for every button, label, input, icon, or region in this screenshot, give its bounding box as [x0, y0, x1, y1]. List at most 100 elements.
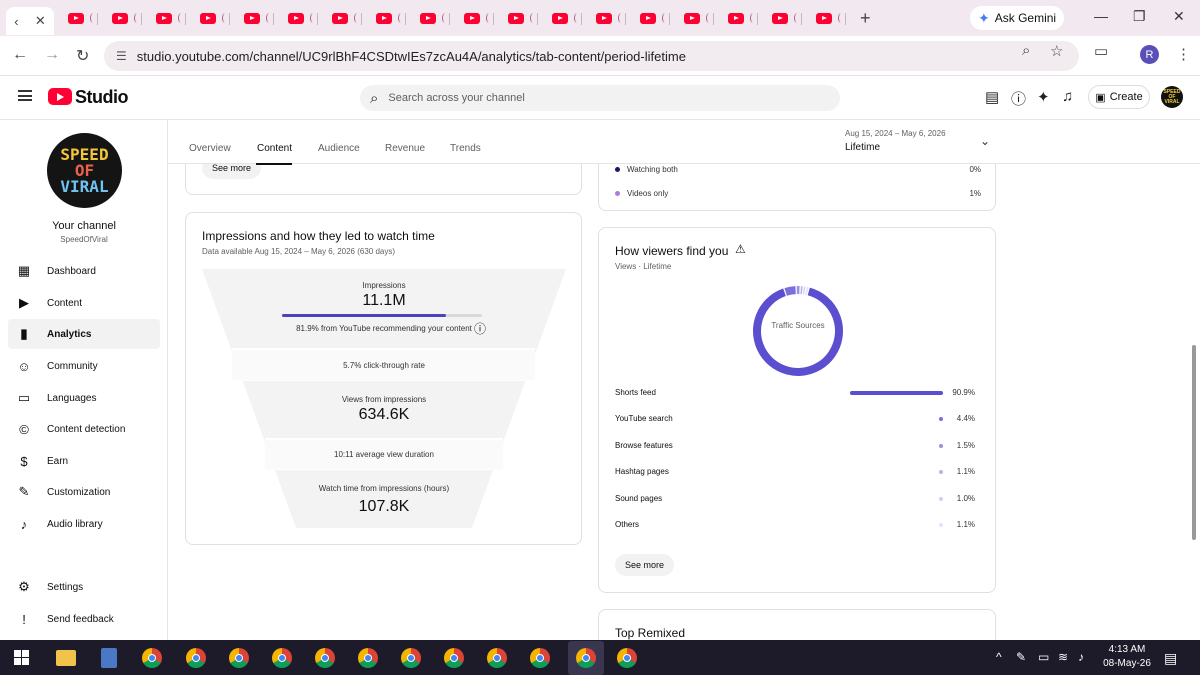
browser-tab[interactable]	[450, 4, 494, 32]
forward-icon[interactable]: →	[44, 46, 60, 64]
channel-search-input[interactable]: ⌕ Search across your channel	[360, 85, 840, 111]
bookmark-star-icon[interactable]: ☆	[1050, 42, 1063, 60]
chrome-app-icon[interactable]	[315, 648, 335, 668]
tray-chevron-icon[interactable]: ^	[996, 650, 1002, 664]
see-more-button[interactable]: See more	[615, 554, 675, 576]
page-scrollbar[interactable]	[1192, 345, 1196, 540]
new-tab-button[interactable]: +	[860, 8, 871, 29]
tab-revenue[interactable]: Revenue	[385, 143, 425, 154]
browser-tab[interactable]	[758, 4, 802, 32]
analytics-main: Overview Content Audience Revenue Trends…	[168, 120, 1200, 640]
back-icon[interactable]: ←	[12, 46, 28, 64]
battery-icon[interactable]: ▭	[1038, 650, 1049, 664]
chrome-app-icon[interactable]	[401, 648, 421, 668]
tab-close-icon[interactable]: ✕	[35, 13, 46, 29]
browser-tab[interactable]	[142, 4, 186, 32]
sparkle-icon[interactable]: ✦	[1037, 88, 1050, 106]
account-avatar[interactable]: SPEED OF VIRAL	[1161, 86, 1183, 108]
warning-icon[interactable]: ⚠	[735, 242, 746, 256]
taskbar-clock[interactable]: 4:13 AM 08-May-26	[1100, 643, 1154, 671]
hamburger-menu-icon[interactable]	[18, 90, 32, 101]
chrome-app-icon[interactable]	[576, 648, 596, 668]
window-close-icon[interactable]: ✕	[1173, 8, 1185, 25]
chrome-app-icon[interactable]	[530, 648, 550, 668]
legend-dot	[615, 167, 620, 172]
chrome-app-icon[interactable]	[358, 648, 378, 668]
browser-tab[interactable]	[98, 4, 142, 32]
sidebar-item-content-detection[interactable]: © Content detection	[8, 414, 160, 444]
reload-icon[interactable]: ↻	[76, 46, 89, 66]
messages-icon[interactable]: ▤	[985, 88, 999, 106]
wifi-icon[interactable]: ≋	[1058, 650, 1068, 664]
browser-tab[interactable]	[230, 4, 274, 32]
tab-overview[interactable]: Overview	[189, 143, 231, 154]
sidebar-item-audio-library[interactable]: ♪ Audio library	[8, 509, 160, 539]
windows-start-icon[interactable]	[14, 650, 29, 665]
browser-tab[interactable]	[362, 4, 406, 32]
volume-icon[interactable]: ♪	[1078, 650, 1084, 664]
traffic-source-value: 1.1%	[956, 467, 975, 477]
ask-gemini-button[interactable]: ✦ Ask Gemini	[970, 6, 1064, 30]
browser-tab[interactable]	[714, 4, 758, 32]
site-info-icon[interactable]: ☰	[116, 49, 127, 63]
calculator-icon[interactable]	[101, 648, 117, 668]
period-range[interactable]: Aug 15, 2024 – May 6, 2026	[845, 129, 946, 138]
traffic-source-row: YouTube search 4.4%	[615, 414, 975, 423]
tab-content[interactable]: Content	[257, 143, 292, 154]
chrome-app-icon[interactable]	[229, 648, 249, 668]
sidebar-item-content[interactable]: ▶ Content	[8, 288, 160, 318]
studio-logo-text[interactable]: Studio	[75, 87, 129, 108]
browser-tab[interactable]	[186, 4, 230, 32]
browser-tab[interactable]	[538, 4, 582, 32]
tab-loading-icon	[486, 13, 492, 23]
sidebar-item-dashboard[interactable]: ▦ Dashboard	[8, 256, 160, 286]
reading-mode-icon[interactable]: ▭	[1094, 42, 1108, 60]
browser-tab[interactable]	[274, 4, 318, 32]
browser-tab[interactable]	[802, 4, 846, 32]
youtube-favicon-icon	[816, 12, 832, 24]
channel-avatar[interactable]: SPEED OF VIRAL	[47, 133, 122, 208]
active-browser-tab[interactable]: ‹ ✕	[6, 7, 54, 35]
browser-tab[interactable]	[582, 4, 626, 32]
chrome-app-icon[interactable]	[444, 648, 464, 668]
chrome-app-icon[interactable]	[186, 648, 206, 668]
browser-tab[interactable]	[670, 4, 714, 32]
address-bar[interactable]: ☰ studio.youtube.com/channel/UC9rlBhF4CS…	[104, 41, 1079, 71]
chrome-app-icon[interactable]	[487, 648, 507, 668]
chrome-app-icon[interactable]	[142, 648, 162, 668]
browser-tab[interactable]	[626, 4, 670, 32]
sidebar-item-customization[interactable]: ✎ Customization	[8, 477, 160, 507]
tab-trends[interactable]: Trends	[450, 143, 481, 154]
sidebar-item-settings[interactable]: ⚙ Settings	[8, 572, 160, 602]
chrome-app-icon[interactable]	[617, 648, 637, 668]
tab-loading-icon	[838, 13, 844, 23]
file-explorer-icon[interactable]	[56, 650, 76, 666]
zoom-search-icon[interactable]: ⌕	[1022, 42, 1030, 59]
notifications-bell-icon[interactable]: ♫	[1062, 88, 1073, 105]
browser-tab[interactable]	[494, 4, 538, 32]
browser-tab[interactable]	[54, 4, 98, 32]
sidebar-item-send-feedback[interactable]: ! Send feedback	[8, 604, 160, 634]
pen-icon[interactable]: ✎	[1016, 650, 1026, 664]
browser-tab[interactable]	[318, 4, 362, 32]
period-label[interactable]: Lifetime	[845, 142, 880, 153]
sidebar-item-analytics[interactable]: ▮ Analytics	[8, 319, 160, 349]
browser-tab[interactable]	[406, 4, 450, 32]
chevron-down-icon[interactable]: ⌄	[980, 134, 990, 148]
info-icon[interactable]: ⓘ	[474, 320, 486, 337]
help-icon[interactable]: ⓘ	[1011, 88, 1026, 109]
chrome-app-icon[interactable]	[272, 648, 292, 668]
tab-audience[interactable]: Audience	[318, 143, 360, 154]
restore-icon[interactable]: ❐	[1133, 8, 1146, 25]
youtube-logo-icon[interactable]	[48, 88, 72, 105]
traffic-source-value: 1.0%	[956, 493, 975, 503]
profile-avatar[interactable]: R	[1140, 45, 1159, 64]
minimize-icon[interactable]: —	[1094, 8, 1108, 24]
chrome-menu-icon[interactable]: ⋮	[1176, 45, 1191, 63]
sidebar-item-earn[interactable]: $ Earn	[8, 446, 160, 476]
sidebar-item-community[interactable]: ☺ Community	[8, 351, 160, 381]
create-button[interactable]: ▣ Create	[1088, 85, 1150, 109]
notifications-icon[interactable]: ▤	[1164, 650, 1177, 667]
sidebar-item-languages[interactable]: ▭ Languages	[8, 383, 160, 413]
impressions-note: 81.9% from YouTube recommending your con…	[296, 324, 472, 333]
